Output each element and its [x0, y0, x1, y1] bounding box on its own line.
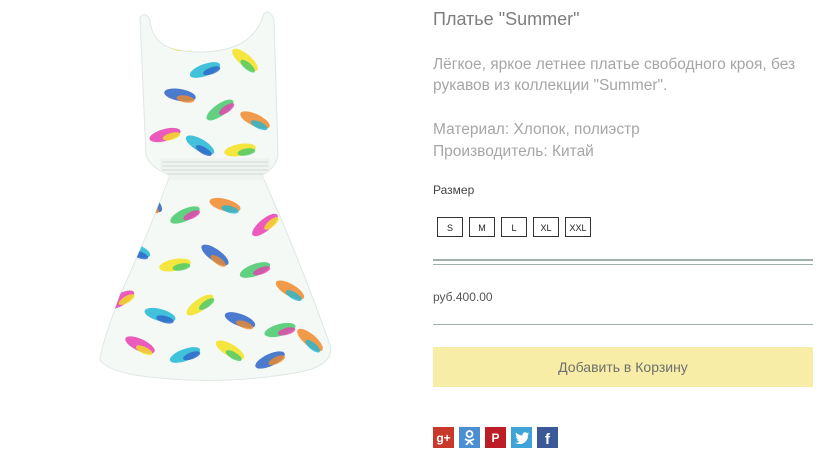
product-price: руб.400.00	[433, 290, 493, 304]
add-to-cart-button[interactable]: Добавить в Корзину	[433, 347, 813, 387]
separator-top	[433, 259, 813, 265]
odnoklassniki-glyph	[464, 430, 475, 445]
twitter-bird-glyph	[514, 431, 529, 444]
size-option-l[interactable]: L	[501, 217, 527, 237]
manufacturer-text: Производитель: Китай	[433, 143, 594, 160]
material-text: Материал: Хлопок, полиэстр	[433, 121, 640, 138]
pinterest-glyph: P	[491, 430, 500, 445]
size-options: S M L XL XXL	[437, 217, 591, 239]
size-label: Размер	[433, 183, 475, 197]
product-image	[0, 0, 410, 400]
dress-illustration	[99, 11, 332, 381]
product-description: Лёгкое, яркое летнее платье свободного к…	[433, 56, 796, 94]
google-plus-glyph: g+	[436, 430, 451, 445]
facebook-glyph: f	[545, 430, 550, 448]
twitter-icon[interactable]	[511, 427, 532, 448]
share-buttons: g+ P f	[433, 427, 558, 448]
size-option-xxl[interactable]: XXL	[565, 217, 591, 237]
product-title: Платье "Summer"	[433, 9, 580, 29]
size-option-xl[interactable]: XL	[533, 217, 559, 237]
separator-bottom	[433, 324, 813, 325]
product-specs: Материал: Хлопок, полиэстр Производитель…	[433, 119, 813, 163]
facebook-icon[interactable]: f	[537, 427, 558, 448]
google-plus-icon[interactable]: g+	[433, 427, 454, 448]
odnoklassniki-icon[interactable]	[459, 427, 480, 448]
size-option-m[interactable]: M	[469, 217, 495, 237]
pinterest-icon[interactable]: P	[485, 427, 506, 448]
size-option-s[interactable]: S	[437, 217, 463, 237]
